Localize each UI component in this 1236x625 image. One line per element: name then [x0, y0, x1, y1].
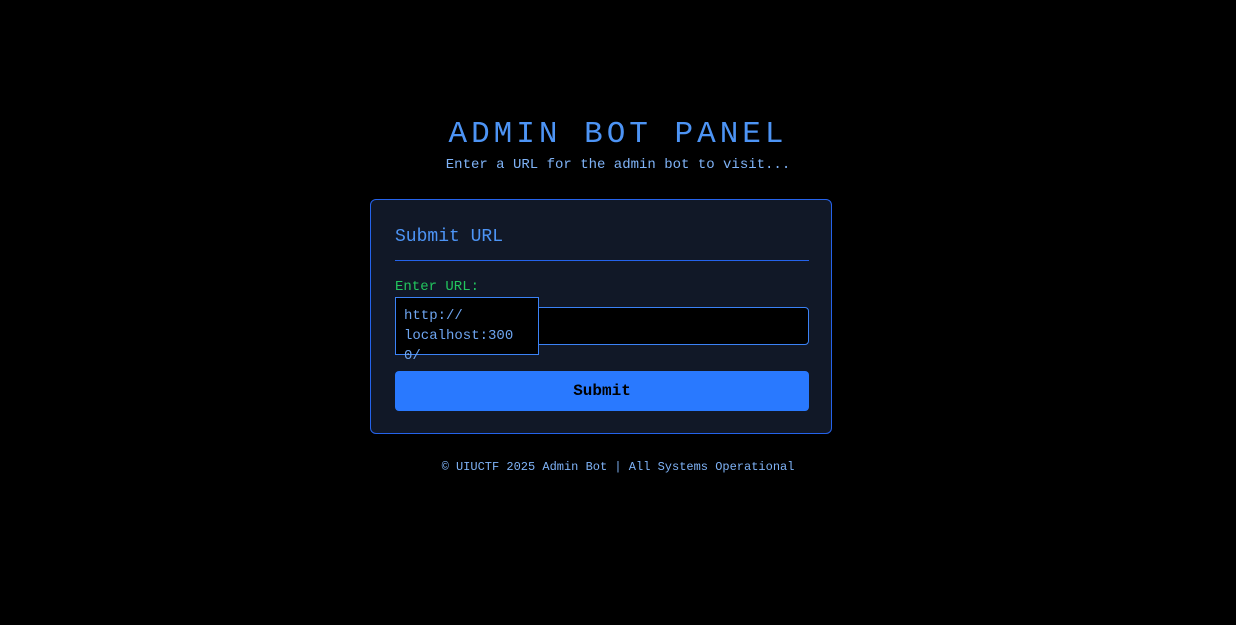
url-placeholder-line-2: localhost:3000/ [404, 328, 514, 364]
footer-text: © UIUCTF 2025 Admin Bot | All Systems Op… [441, 460, 795, 474]
card-title: Submit URL [395, 227, 504, 247]
submit-button[interactable]: Submit [395, 371, 809, 411]
page-subtitle: Enter a URL for the admin bot to visit..… [445, 157, 791, 173]
url-field-label: Enter URL: [395, 279, 480, 295]
url-placeholder-overlay: http:// localhost:3000/ [395, 297, 539, 364]
page-header: ADMIN BOT PANEL Enter a URL for the admi… [0, 116, 1236, 174]
page-title: ADMIN BOT PANEL [448, 117, 788, 152]
url-placeholder-line-1: http:// [404, 308, 463, 324]
submit-url-card: Submit URL Enter URL: http:// localhost:3… [370, 199, 832, 434]
card-divider [395, 260, 809, 261]
